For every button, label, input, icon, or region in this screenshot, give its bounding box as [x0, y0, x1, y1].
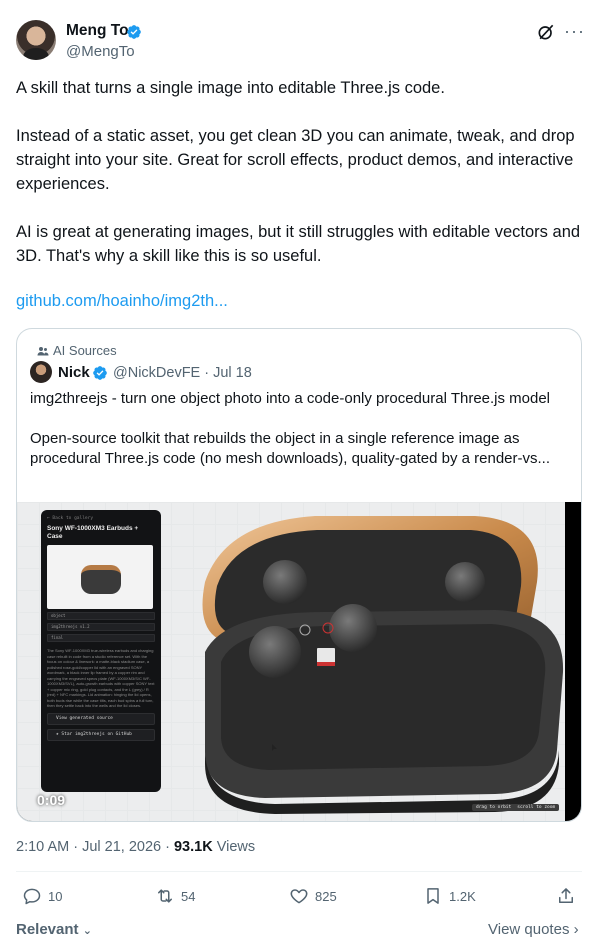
view-source-button: View generated source: [47, 712, 155, 725]
like-button[interactable]: 825: [289, 886, 337, 906]
hint-zoom: scroll to zoom: [517, 805, 556, 810]
bookmark-icon: [427, 888, 439, 904]
tweet-paragraph: A skill that turns a single image into e…: [16, 79, 445, 97]
view-quotes-link[interactable]: View quotes ›: [488, 921, 579, 938]
more-options-icon[interactable]: ···: [564, 22, 585, 40]
quoted-text: img2threejs - turn one object photo into…: [30, 389, 570, 469]
people-icon: [37, 346, 49, 355]
sort-label: Relevant: [16, 921, 79, 938]
view-quotes-label: View quotes: [488, 921, 570, 938]
chevron-right-icon: ›: [573, 921, 579, 938]
author-name[interactable]: Meng To: [66, 22, 129, 40]
video-timestamp: 0:09: [37, 792, 66, 808]
quoted-tweet[interactable]: AI Sources Nick @NickDevFE · Jul 18 img2…: [16, 328, 582, 822]
post-meta: 2:10 AM · Jul 21, 2026 · 93.1K Views: [16, 839, 255, 855]
tweet-text: A skill that turns a single image into e…: [16, 76, 586, 268]
video-frame: ← Back to gallery Sony WF-1000XM3 Earbud…: [17, 502, 565, 821]
panel-field: img2threejs v1.2: [47, 623, 155, 631]
reply-sort-dropdown[interactable]: Relevant ⌄: [16, 921, 92, 938]
bookmark-button[interactable]: 1.2K: [423, 886, 476, 906]
like-count: 825: [315, 888, 337, 904]
bookmark-count: 1.2K: [449, 888, 476, 904]
verified-badge-icon: [93, 366, 107, 380]
tweet-link[interactable]: github.com/hoainho/img2th...: [16, 292, 228, 311]
verified-badge-icon: [127, 25, 141, 39]
grok-icon[interactable]: [536, 22, 556, 42]
avatar[interactable]: [16, 20, 56, 60]
panel-field: final: [47, 634, 155, 642]
panel-description: The Sony WF-1000XM3 true-wireless earbud…: [47, 648, 155, 708]
action-bar: 10 54 825 1.2K: [0, 886, 598, 914]
chevron-down-icon: ⌄: [82, 925, 92, 937]
back-link: ← Back to gallery: [47, 516, 94, 521]
repost-icon: [158, 889, 172, 903]
reply-count: 10: [48, 888, 63, 904]
panel-field: object: [47, 612, 155, 620]
repost-button[interactable]: 54: [155, 886, 195, 906]
heart-icon: [290, 889, 308, 904]
repost-count: 54: [181, 888, 196, 904]
tweet-paragraph: AI is great at generating images, but it…: [16, 223, 581, 265]
author-handle[interactable]: @MengTo: [66, 43, 135, 60]
share-button[interactable]: [556, 886, 576, 906]
ai-sources-text: AI Sources: [53, 343, 117, 358]
gallery-panel: ← Back to gallery Sony WF-1000XM3 Earbud…: [41, 510, 161, 792]
views-count: 93.1K: [173, 839, 213, 855]
ai-sources-label[interactable]: AI Sources: [37, 343, 117, 358]
share-icon: [559, 888, 573, 903]
panel-title: Sony WF-1000XM3 Earbuds + Case: [47, 525, 139, 540]
tweet-paragraph: Instead of a static asset, you get clean…: [16, 127, 575, 193]
reply-button[interactable]: 10: [22, 886, 62, 906]
post-time[interactable]: 2:10 AM · Jul 21, 2026 ·: [16, 839, 174, 855]
earbuds-case-render: [202, 516, 564, 814]
quoted-avatar[interactable]: [30, 361, 52, 383]
reply-icon: [23, 888, 41, 905]
divider: [16, 871, 582, 872]
hint-orbit: drag to orbit: [476, 805, 512, 810]
orbit-controls-hint: drag to orbit scroll to zoom: [472, 804, 560, 811]
quoted-meta[interactable]: @NickDevFE · Jul 18: [113, 365, 252, 381]
quoted-paragraph: img2threejs - turn one object photo into…: [30, 390, 551, 407]
views-label: Views: [212, 839, 256, 855]
video-player[interactable]: ← Back to gallery Sony WF-1000XM3 Earbud…: [17, 502, 581, 821]
github-star-button: ★ Star img2threejs on GitHub: [47, 728, 155, 741]
product-thumbnail: [47, 545, 153, 609]
quoted-author-name[interactable]: Nick: [58, 364, 90, 381]
quoted-paragraph: Open-source toolkit that rebuilds the ob…: [30, 430, 550, 467]
